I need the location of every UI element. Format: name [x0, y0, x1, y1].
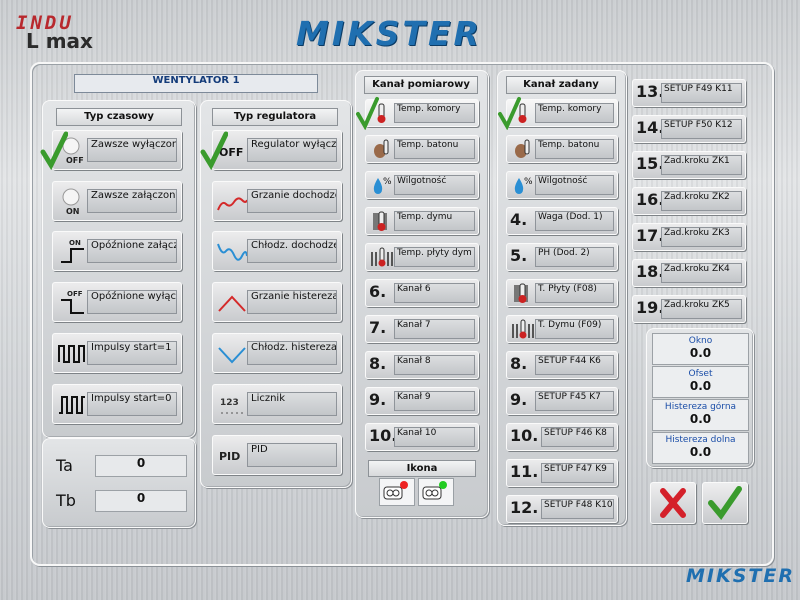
icon-option-green[interactable]: [418, 478, 454, 506]
mikster-footer-logo: MIKSTER: [686, 565, 795, 587]
ikona-title: Ikona: [368, 460, 476, 477]
check-icon: [200, 131, 228, 170]
typ-regulatora-title: Typ regulatora: [212, 108, 338, 126]
ok-check-icon: [708, 486, 742, 520]
zadany-setup-f49[interactable]: 13. SETUP F49 K11: [632, 79, 746, 107]
heating-approach-icon: [217, 186, 248, 216]
zadany-zk5[interactable]: 19. Zad.kroku ZK5: [632, 295, 746, 323]
plate-thermometer-icon: [511, 318, 535, 340]
typ-czasowy-opoznione-zalaczenie[interactable]: ON Opóźnione załączer: [52, 231, 182, 271]
zadany-setup-f50[interactable]: 14. SETUP F50 K12: [632, 115, 746, 143]
svg-text:%: %: [383, 177, 392, 187]
pomiarowy-temp-dymu[interactable]: Temp. dymu: [365, 207, 479, 235]
okno-field[interactable]: Okno 0.0: [652, 333, 749, 365]
svg-text:%: %: [524, 177, 533, 187]
pomiarowy-temp-plyty-dym[interactable]: Temp. płyty dym: [365, 243, 479, 271]
typ-regulatora-chlodz-histereza[interactable]: Chłodz. histereza: [212, 333, 342, 373]
typ-regulatora-pid[interactable]: PID PID: [212, 435, 342, 475]
icon-option-red[interactable]: [379, 478, 415, 506]
page-title: WENTYLATOR 1: [74, 74, 318, 93]
pomiarowy-kanal-8[interactable]: 8. Kanał 8: [365, 351, 479, 379]
check-icon: [356, 97, 379, 130]
zadany-setup-f44[interactable]: 8. SETUP F44 K6: [506, 351, 618, 379]
zadany-setup-f46[interactable]: 10. SETUP F46 K8: [506, 423, 618, 451]
svg-text:PID: PID: [219, 450, 240, 463]
ta-label: Ta: [56, 456, 73, 475]
histereza-gorna-field[interactable]: Histereza górna 0.0: [652, 399, 749, 431]
plate-thermometer-icon: [370, 246, 394, 268]
cancel-button[interactable]: [650, 482, 696, 524]
delayed-on-icon: ON: [57, 236, 87, 266]
cooling-hysteresis-icon: [217, 338, 247, 368]
smoke-thermometer-icon: [511, 282, 535, 304]
tb-value[interactable]: 0: [95, 490, 187, 512]
humidity-icon: %: [370, 174, 394, 196]
zadany-setup-f45[interactable]: 9. SETUP F45 K7: [506, 387, 618, 415]
ofset-field[interactable]: Ofset 0.0: [652, 366, 749, 398]
check-icon: [40, 131, 68, 170]
zadany-setup-f48[interactable]: 12. SETUP F48 K10: [506, 495, 618, 523]
kanal-zadany-title: Kanał zadany: [506, 76, 616, 94]
thermometer-probe-icon: [511, 138, 535, 160]
typ-regulatora-grzanie-dochodzenie[interactable]: Grzanie dochodzen: [212, 181, 342, 221]
typ-regulatora-chlodz-dochodzenie[interactable]: Chłodz. dochodzen: [212, 231, 342, 271]
typ-regulatora-licznik[interactable]: 123 Licznik: [212, 384, 342, 424]
typ-czasowy-title: Typ czasowy: [56, 108, 182, 126]
zadany-t-dymu[interactable]: T. Dymu (F09): [506, 315, 618, 343]
typ-regulatora-regulator-wylaczony[interactable]: OFF Regulator wyłączor: [212, 130, 342, 170]
smoke-thermometer-icon: [370, 210, 394, 232]
ok-button[interactable]: [702, 482, 748, 524]
typ-czasowy-impulsy-start0[interactable]: Impulsy start=0: [52, 384, 182, 424]
on-knob-icon: ON: [57, 186, 87, 216]
indu-max-logo: INDU L max: [16, 12, 93, 53]
zadany-zk2[interactable]: 16. Zad.kroku ZK2: [632, 187, 746, 215]
counter-icon: 123: [217, 389, 247, 419]
heating-hysteresis-icon: [217, 287, 247, 317]
zadany-waga[interactable]: 4. Waga (Dod. 1): [506, 207, 618, 235]
tb-label: Tb: [56, 491, 76, 510]
ta-tb-panel: [42, 438, 196, 528]
pomiarowy-temp-batonu[interactable]: Temp. batonu: [365, 135, 479, 163]
delayed-off-icon: OFF: [57, 287, 87, 317]
zadany-ph[interactable]: 5. PH (Dod. 2): [506, 243, 618, 271]
typ-regulatora-grzanie-histereza[interactable]: Grzanie histereza: [212, 282, 342, 322]
check-icon: [498, 97, 521, 130]
svg-text:OFF: OFF: [67, 290, 83, 298]
pulse-start0-icon: [57, 389, 87, 419]
typ-czasowy-zawsze-zalaczony[interactable]: ON Zawsze załączony: [52, 181, 182, 221]
pomiarowy-kanal-9[interactable]: 9. Kanał 9: [365, 387, 479, 415]
pid-icon: PID: [217, 440, 247, 470]
kanal-pomiarowy-title: Kanał pomiarowy: [364, 76, 478, 94]
cancel-x-icon: [660, 488, 686, 518]
zadany-t-plyty[interactable]: T. Płyty (F08): [506, 279, 618, 307]
cooling-approach-icon: [217, 236, 248, 266]
svg-text:123: 123: [220, 398, 239, 408]
pulse-start1-icon: [57, 338, 87, 368]
mikster-logo: MIKSTER: [296, 14, 482, 53]
pomiarowy-kanal-7[interactable]: 7. Kanał 7: [365, 315, 479, 343]
pomiarowy-kanal-6[interactable]: 6. Kanał 6: [365, 279, 479, 307]
thermometer-probe-icon: [370, 138, 394, 160]
svg-text:ON: ON: [66, 207, 80, 216]
pomiarowy-wilgotnosc[interactable]: % Wilgotność: [365, 171, 479, 199]
zadany-zk4[interactable]: 18. Zad.kroku ZK4: [632, 259, 746, 287]
svg-text:ON: ON: [69, 239, 81, 247]
ta-value[interactable]: 0: [95, 455, 187, 477]
zadany-temp-batonu[interactable]: Temp. batonu: [506, 135, 618, 163]
zadany-zk1[interactable]: 15. Zad.kroku ZK1: [632, 151, 746, 179]
zadany-setup-f47[interactable]: 11. SETUP F47 K9: [506, 459, 618, 487]
histereza-dolna-field[interactable]: Histereza dolna 0.0: [652, 432, 749, 464]
typ-czasowy-impulsy-start1[interactable]: Impulsy start=1: [52, 333, 182, 373]
zadany-temp-komory[interactable]: Temp. komory: [506, 99, 618, 127]
zadany-zk3[interactable]: 17. Zad.kroku ZK3: [632, 223, 746, 251]
zadany-wilgotnosc[interactable]: % Wilgotność: [506, 171, 618, 199]
typ-czasowy-opoznione-wylaczenie[interactable]: OFF Opóźnione wyłącze: [52, 282, 182, 322]
typ-czasowy-zawsze-wylaczony[interactable]: OFF Zawsze wyłączony: [52, 130, 182, 170]
pomiarowy-temp-komory[interactable]: Temp. komory: [365, 99, 479, 127]
pomiarowy-kanal-10[interactable]: 10. Kanał 10: [365, 423, 479, 451]
svg-text:OFF: OFF: [66, 156, 84, 165]
humidity-icon: %: [511, 174, 535, 196]
